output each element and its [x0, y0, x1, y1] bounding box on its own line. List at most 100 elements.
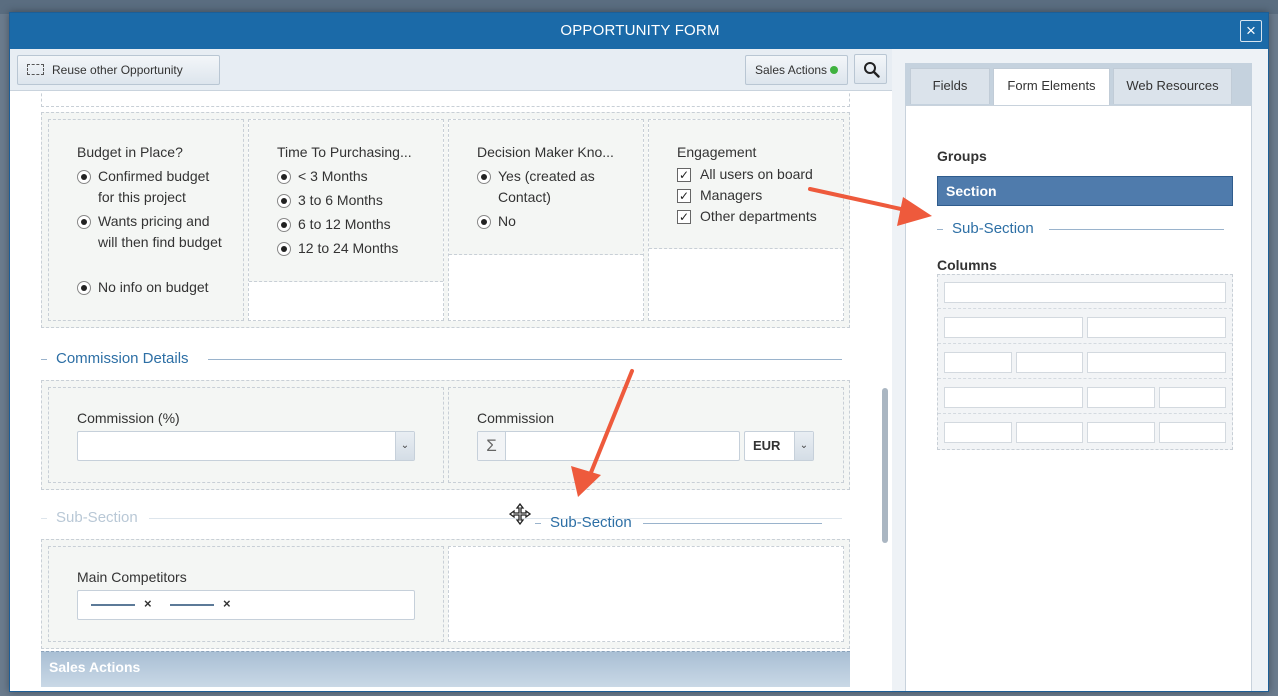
sigma-icon: Σ [478, 432, 506, 460]
form-section-qualification: Budget in Place? Confirmed budget for th… [41, 112, 850, 328]
commission-pct-label: Commission (%) [77, 410, 180, 426]
reuse-form-button[interactable]: Reuse other Opportunity form [17, 55, 220, 105]
radio-time-lt3[interactable] [277, 170, 291, 184]
scrollbar[interactable] [882, 388, 888, 543]
column-time: Time To Purchasing... < 3 Months 3 to 6 … [248, 119, 444, 321]
opportunity-form-modal: OPPORTUNITY FORM × Reuse other Opportuni… [9, 12, 1269, 692]
column-decision: Decision Maker Kno... Yes (created as Co… [448, 119, 644, 321]
engagement-option: Managers [700, 187, 763, 203]
column-cell [1159, 387, 1226, 408]
subsection-title: Commission Details [56, 350, 189, 367]
form-designer: Reuse other Opportunity form Sales Actio… [10, 49, 892, 691]
tab-form-elements[interactable]: Form Elements [993, 68, 1110, 106]
column-cell [1087, 352, 1226, 373]
time-option: 3 to 6 Months [298, 192, 383, 208]
column-empty [448, 546, 844, 642]
column-layout-2[interactable] [938, 310, 1232, 344]
budget-option: No info on budget [98, 279, 209, 295]
toolbar: Reuse other Opportunity form Sales Actio… [10, 49, 892, 105]
competitor-tag [170, 604, 214, 606]
column-layout-4[interactable] [938, 380, 1232, 414]
radio-decision-no[interactable] [477, 215, 491, 229]
column-cell [944, 422, 1012, 443]
checkbox-other-departments[interactable]: ✓ [677, 210, 691, 224]
sales-actions-section[interactable]: Sales Actions [41, 651, 850, 687]
form-section-top [41, 92, 850, 107]
column-cell [1087, 387, 1155, 408]
commission-label: Commission [477, 410, 555, 426]
subsection-dash [41, 518, 47, 519]
checkbox-all-users[interactable]: ✓ [677, 168, 691, 182]
modal-title: OPPORTUNITY FORM [10, 13, 1268, 49]
engagement-label: Engagement [677, 144, 757, 160]
radio-time-12to24[interactable] [277, 242, 291, 256]
search-icon [864, 62, 880, 78]
column-budget: Budget in Place? Confirmed budget for th… [48, 119, 244, 321]
subsection-dash [535, 523, 541, 524]
status-dot-icon [830, 66, 838, 74]
checkbox-managers[interactable]: ✓ [677, 189, 691, 203]
main-competitors-label: Main Competitors [77, 569, 187, 585]
column-cell [944, 282, 1226, 303]
subsection-element-title: Sub-Section [952, 220, 1034, 237]
groups-heading: Groups [937, 148, 987, 164]
column-commission-pct: Commission (%) ⌄ [48, 387, 444, 483]
tab-fields[interactable]: Fields [910, 68, 990, 104]
currency-select[interactable]: EUR ⌄ [744, 431, 814, 461]
elements-panel: Fields Form Elements Web Resources Group… [892, 49, 1268, 691]
time-option: 6 to 12 Months [298, 216, 391, 232]
column-cell [1159, 422, 1226, 443]
dropdown-arrow-icon[interactable]: ⌄ [794, 432, 813, 460]
decision-label: Decision Maker Kno... [477, 144, 614, 160]
engagement-option: Other departments [700, 208, 817, 224]
column-layout-1[interactable] [938, 275, 1232, 309]
competitor-tag [91, 604, 135, 606]
time-option: 12 to 24 Months [298, 240, 399, 256]
radio-time-3to6[interactable] [277, 194, 291, 208]
column-cell [944, 317, 1083, 338]
subsection-dash [41, 359, 47, 360]
budget-option: Confirmed budget for this project [98, 168, 210, 205]
form-canvas: Budget in Place? Confirmed budget for th… [10, 92, 892, 691]
column-cell [1087, 422, 1155, 443]
close-icon[interactable]: × [1240, 20, 1262, 42]
tab-web-resources[interactable]: Web Resources [1113, 68, 1232, 104]
ghost-subsection-title: Sub-Section [56, 509, 138, 526]
remove-tag-icon[interactable]: × [144, 596, 152, 611]
commission-amount-input[interactable]: Σ [477, 431, 740, 461]
time-option: < 3 Months [298, 168, 368, 184]
sales-actions-label: Sales Actions [755, 63, 828, 77]
subsection-line [149, 518, 842, 519]
radio-budget-confirmed[interactable] [77, 170, 91, 184]
sales-actions-button[interactable]: Sales Actions [745, 55, 848, 85]
radio-time-6to12[interactable] [277, 218, 291, 232]
column-layout-5[interactable] [938, 415, 1232, 449]
form-section-commission: Commission (%) ⌄ Commission Σ EUR ⌄ [41, 380, 850, 490]
section-element[interactable]: Section [937, 176, 1233, 206]
remove-tag-icon[interactable]: × [223, 596, 231, 611]
main-competitors-input[interactable]: × × [77, 590, 415, 620]
column-cell [944, 352, 1012, 373]
decision-option: No [498, 213, 516, 229]
radio-budget-wants-pricing[interactable] [77, 215, 91, 229]
currency-value: EUR [753, 438, 781, 453]
column-commission: Commission Σ EUR ⌄ [448, 387, 844, 483]
subsection-line [1049, 229, 1224, 230]
decision-option: Yes (created as Contact) [498, 168, 595, 205]
column-cell [1016, 352, 1083, 373]
column-cell [944, 387, 1083, 408]
dropdown-arrow-icon[interactable]: ⌄ [395, 432, 414, 460]
budget-label: Budget in Place? [77, 144, 183, 160]
radio-decision-yes[interactable] [477, 170, 491, 184]
column-competitors: Main Competitors × × [48, 546, 444, 642]
column-engagement: Engagement ✓ All users on board ✓ Manage… [648, 119, 844, 321]
column-layout-3[interactable] [938, 345, 1232, 379]
columns-layouts [937, 274, 1233, 450]
column-cell [1087, 317, 1226, 338]
search-button[interactable] [854, 54, 887, 84]
radio-budget-no-info[interactable] [77, 281, 91, 295]
engagement-option: All users on board [700, 166, 813, 182]
layout-icon [27, 64, 44, 75]
commission-pct-select[interactable]: ⌄ [77, 431, 415, 461]
dragged-subsection-title: Sub-Section [550, 514, 632, 531]
